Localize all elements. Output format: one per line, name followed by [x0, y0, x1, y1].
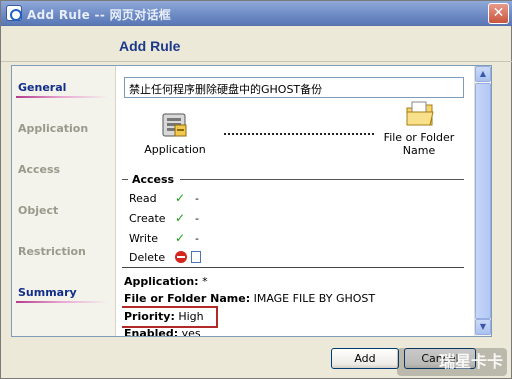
- application-node[interactable]: Application: [130, 110, 220, 156]
- access-row-read[interactable]: Read ✓ -: [129, 191, 199, 205]
- access-value: -: [195, 192, 199, 205]
- scroll-thumb[interactable]: [475, 83, 491, 319]
- fieldset-line: [180, 179, 464, 180]
- check-icon: ✓: [175, 211, 186, 225]
- vertical-scrollbar[interactable]: ▲ ▼: [474, 66, 491, 336]
- summary-divider: [122, 267, 464, 268]
- access-label: Write: [129, 232, 159, 245]
- access-row-delete[interactable]: Delete: [129, 251, 201, 264]
- sidebar: General Application Access Object Restri…: [12, 66, 116, 336]
- folder-label-line2: Name: [402, 144, 436, 157]
- summary-folder: File or Folder Name: IMAGE FILE BY GHOST: [124, 292, 375, 305]
- access-value: -: [195, 232, 199, 245]
- priority-highlight-box: [122, 306, 218, 328]
- connector-dots: [224, 133, 374, 135]
- page-icon: [191, 251, 201, 263]
- access-row-write[interactable]: Write ✓ -: [129, 231, 199, 245]
- sidebar-item-object[interactable]: Object: [18, 204, 58, 217]
- ie-icon: [6, 5, 22, 21]
- summary-application-value: *: [202, 275, 208, 288]
- access-legend: Access: [132, 173, 175, 186]
- content-area: 禁止任何程序删除硬盘中的GHOST备份 Application File or …: [122, 66, 474, 336]
- sidebar-item-access[interactable]: Access: [18, 163, 60, 176]
- application-label: Application: [144, 143, 206, 156]
- sidebar-item-summary[interactable]: Summary: [18, 286, 77, 299]
- scroll-up-icon[interactable]: ▲: [475, 66, 491, 82]
- folder-label-line1: File or Folder: [383, 131, 455, 144]
- folder-node[interactable]: File or Folder Name: [374, 99, 464, 157]
- watermark-text: 瑞星卡卡: [438, 352, 503, 371]
- summary-folder-value: IMAGE FILE BY GHOST: [253, 292, 376, 305]
- dialog-window: Add Rule -- 网页对话框 ✕ Add Rule General App…: [0, 0, 512, 379]
- folder-label: File or Folder Name: [374, 131, 464, 157]
- check-icon: ✓: [175, 191, 186, 205]
- sidebar-item-general[interactable]: General: [18, 81, 66, 94]
- heading-divider: [1, 61, 512, 62]
- access-label: Delete: [129, 251, 166, 264]
- add-button[interactable]: Add: [331, 348, 399, 369]
- scroll-down-icon[interactable]: ▼: [475, 319, 491, 335]
- application-icon: [161, 110, 189, 140]
- access-label: Read: [129, 192, 157, 205]
- rule-name-field[interactable]: 禁止任何程序删除硬盘中的GHOST备份: [124, 77, 464, 98]
- summary-enabled: Enabled: yes: [124, 327, 201, 336]
- summary-application-label: Application:: [124, 275, 199, 288]
- fieldset-line: [122, 179, 128, 180]
- summary-enabled-label: Enabled:: [124, 327, 179, 336]
- access-row-create[interactable]: Create ✓ -: [129, 211, 199, 225]
- summary-enabled-value: yes: [181, 327, 201, 336]
- watermark: 瑞星卡卡: [397, 348, 507, 376]
- sidebar-underline: [16, 301, 108, 303]
- window-title: Add Rule -- 网页对话框: [27, 8, 172, 22]
- access-label: Create: [129, 212, 166, 225]
- check-icon: ✓: [175, 231, 186, 245]
- summary-application: Application: *: [124, 275, 208, 288]
- page-title: Add Rule: [119, 38, 181, 54]
- sidebar-underline: [16, 96, 108, 98]
- access-value: -: [195, 212, 199, 225]
- summary-folder-label: File or Folder Name:: [124, 292, 251, 305]
- sidebar-item-application[interactable]: Application: [18, 122, 88, 135]
- deny-icon: [175, 251, 187, 263]
- folder-icon: [405, 99, 434, 129]
- access-fieldset: Access: [122, 173, 464, 186]
- close-button[interactable]: ✕: [488, 3, 509, 24]
- rule-panel: General Application Access Object Restri…: [11, 65, 492, 337]
- sidebar-item-restriction[interactable]: Restriction: [18, 245, 86, 258]
- title-bar[interactable]: Add Rule -- 网页对话框 ✕: [1, 1, 512, 26]
